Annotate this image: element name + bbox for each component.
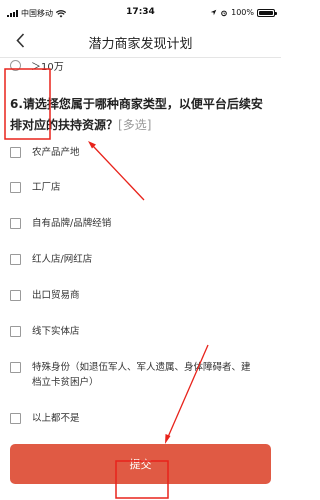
option-label: 线下实体店	[32, 326, 80, 337]
question-tag: [多选]	[118, 118, 152, 132]
option-item[interactable]: 线下实体店	[10, 324, 252, 339]
status-right: 100%	[210, 8, 277, 17]
checkbox[interactable]	[10, 326, 21, 337]
option-label: 红人店/网红店	[32, 254, 93, 265]
option-item[interactable]: 以上都不是	[10, 411, 252, 426]
page-title: 潜力商家发现计划	[88, 37, 193, 52]
option-label: 出口贸易商	[32, 290, 80, 301]
option-item[interactable]: 自有品牌/品牌经销	[10, 216, 252, 231]
option-item[interactable]: 出口贸易商	[10, 288, 252, 303]
radio-button[interactable]	[10, 60, 21, 71]
prev-option-label: ＞10万	[31, 62, 64, 73]
option-label: 以上都不是	[32, 413, 80, 424]
battery-icon	[257, 8, 277, 17]
prev-option[interactable]: ＞10万	[10, 58, 64, 73]
nav-bar: 潜力商家发现计划	[0, 24, 281, 58]
checkbox[interactable]	[10, 290, 21, 301]
checkbox[interactable]	[10, 362, 21, 373]
option-item[interactable]: 农产品产地	[10, 145, 252, 160]
battery-percent: 100%	[231, 8, 254, 17]
location-arrow-icon	[210, 9, 217, 16]
option-item[interactable]: 特殊身份（如退伍军人、军人遗属、身体障碍者、建档立卡贫困户）	[10, 360, 252, 390]
submit-label: 提交	[129, 458, 152, 471]
checkbox[interactable]	[10, 218, 21, 229]
option-label: 自有品牌/品牌经销	[32, 218, 112, 229]
option-label: 特殊身份（如退伍军人、军人遗属、身体障碍者、建档立卡贫困户）	[32, 362, 251, 388]
option-label: 农产品产地	[32, 147, 80, 158]
checkbox[interactable]	[10, 254, 21, 265]
alarm-icon	[221, 10, 227, 16]
checkbox[interactable]	[10, 413, 21, 424]
option-label: 工厂店	[32, 182, 61, 193]
option-item[interactable]: 工厂店	[10, 180, 252, 195]
question-title: 6.请选择您属于哪种商家类型，以便平台后续安排对应的扶持资源？[多选]	[10, 94, 272, 136]
status-bar: 中国移动 17:34 100%	[0, 0, 281, 22]
submit-button[interactable]: 提交	[10, 444, 271, 484]
checkbox[interactable]	[10, 147, 21, 158]
checkbox[interactable]	[10, 182, 21, 193]
option-item[interactable]: 红人店/网红店	[10, 252, 252, 267]
arrowhead-icon	[165, 434, 171, 444]
